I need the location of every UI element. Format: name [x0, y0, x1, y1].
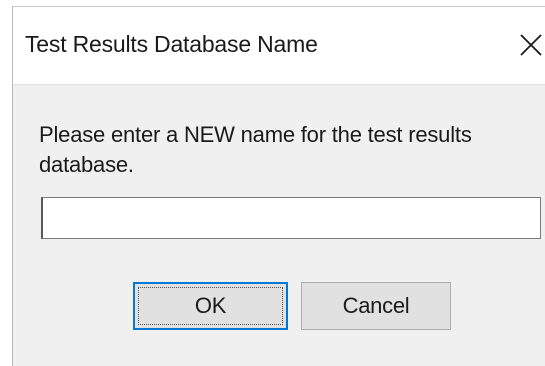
- close-button[interactable]: [516, 25, 545, 65]
- cancel-button-label: Cancel: [342, 293, 410, 318]
- ok-button[interactable]: OK: [133, 282, 288, 330]
- dialog-titlebar: Test Results Database Name: [13, 7, 545, 85]
- dialog-prompt: Please enter a NEW name for the test res…: [39, 122, 472, 177]
- database-name-input[interactable]: [41, 197, 541, 239]
- dialog-title: Test Results Database Name: [25, 31, 318, 57]
- cancel-button[interactable]: Cancel: [301, 282, 451, 330]
- close-icon: [520, 34, 542, 56]
- dialog-window: Test Results Database Name Please enter …: [12, 6, 545, 366]
- ok-button-label: OK: [194, 293, 227, 318]
